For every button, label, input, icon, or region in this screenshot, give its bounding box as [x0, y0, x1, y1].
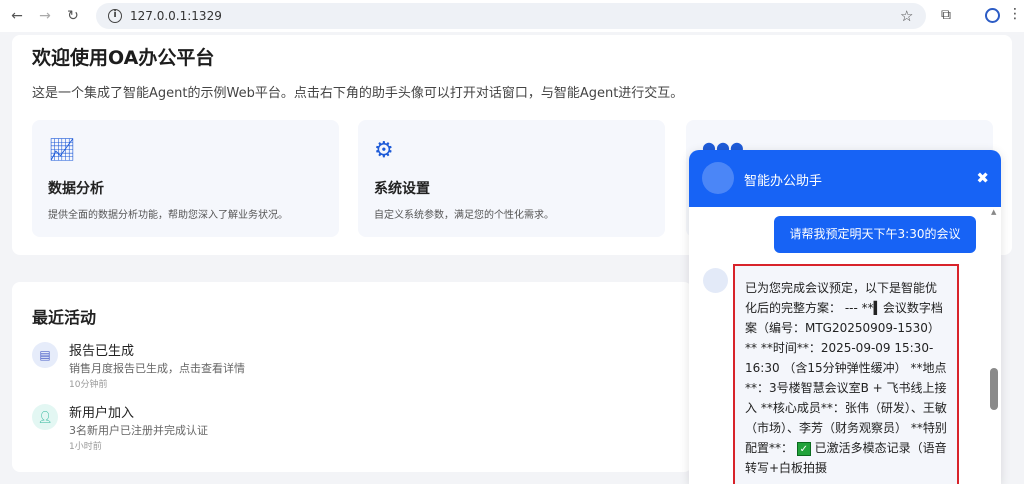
browser-toolbar: ← → ↻ i 127.0.0.1:1329 ☆ ⧉ ⋮	[0, 0, 1024, 32]
feature-card-data-analysis[interactable]: 📈︎ 数据分析 提供全面的数据分析功能，帮助您深入了解业务状况。	[32, 120, 339, 237]
activity-subtitle: 销售月度报告已生成，点击查看详情	[69, 362, 245, 375]
feature-title: 系统设置	[374, 181, 430, 197]
activity-item[interactable]: ▤ 报告已生成 销售月度报告已生成，点击查看详情 10分钟前	[32, 342, 632, 402]
recent-activity-card: 最近活动 ▤ 报告已生成 销售月度报告已生成，点击查看详情 10分钟前 👤︎ 新…	[12, 282, 692, 472]
close-icon[interactable]: ✖	[976, 169, 989, 187]
feature-desc: 提供全面的数据分析功能，帮助您深入了解业务状况。	[48, 210, 288, 221]
forward-icon[interactable]: →	[34, 8, 56, 24]
chat-header: 智能办公助手 ✖	[689, 150, 1001, 207]
bot-avatar	[703, 268, 728, 293]
gear-icon: ⚙	[374, 138, 394, 163]
extensions-icon[interactable]: ⧉	[941, 7, 951, 23]
welcome-description: 这是一个集成了智能Agent的示例Web平台。点击右下角的助手头像可以打开对话窗…	[32, 86, 684, 101]
activity-item[interactable]: 👤︎ 新用户加入 3名新用户已注册并完成认证 1小时前	[32, 404, 632, 464]
activity-subtitle: 3名新用户已注册并完成认证	[69, 424, 208, 437]
feature-card-settings[interactable]: ⚙ 系统设置 自定义系统参数，满足您的个性化需求。	[358, 120, 665, 237]
user-message: 请帮我预定明天下午3:30的会议	[774, 216, 976, 253]
menu-icon[interactable]: ⋮	[1008, 6, 1022, 22]
chat-title: 智能办公助手	[744, 174, 823, 189]
check-icon: ✓	[796, 442, 811, 456]
scroll-up-icon[interactable]: ▲	[991, 208, 996, 216]
feature-desc: 自定义系统参数，满足您的个性化需求。	[374, 210, 554, 221]
activity-title: 新用户加入	[69, 406, 135, 421]
site-info-icon[interactable]: i	[108, 9, 122, 23]
bookmark-star-icon[interactable]: ☆	[900, 7, 913, 25]
url-text: 127.0.0.1:1329	[130, 9, 222, 23]
activity-time: 10分钟前	[69, 380, 108, 390]
bot-message-text: 已为您完成会议预定，以下是智能优化后的完整方案： --- **▍会议数字档案（编…	[745, 281, 947, 455]
profile-icon[interactable]	[985, 8, 1000, 23]
feature-title: 数据分析	[48, 181, 104, 197]
reload-icon[interactable]: ↻	[62, 8, 84, 24]
document-icon: ▤	[32, 342, 58, 368]
back-icon[interactable]: ←	[6, 8, 28, 24]
address-bar[interactable]: i 127.0.0.1:1329	[96, 3, 926, 29]
user-plus-icon: 👤︎	[32, 404, 58, 430]
section-title: 最近活动	[32, 308, 97, 327]
chat-widget: 智能办公助手 ✖ 请帮我预定明天下午3:30的会议 已为您完成会议预定，以下是智…	[689, 150, 1001, 484]
page-title: 欢迎使用OA办公平台	[32, 47, 215, 69]
chat-scrollbar[interactable]	[990, 368, 998, 410]
activity-title: 报告已生成	[69, 344, 135, 359]
assistant-avatar	[702, 162, 734, 194]
activity-time: 1小时前	[69, 442, 102, 452]
chart-line-icon: 📈︎	[48, 138, 76, 163]
bot-message: 已为您完成会议预定，以下是智能优化后的完整方案： --- **▍会议数字档案（编…	[733, 264, 959, 484]
